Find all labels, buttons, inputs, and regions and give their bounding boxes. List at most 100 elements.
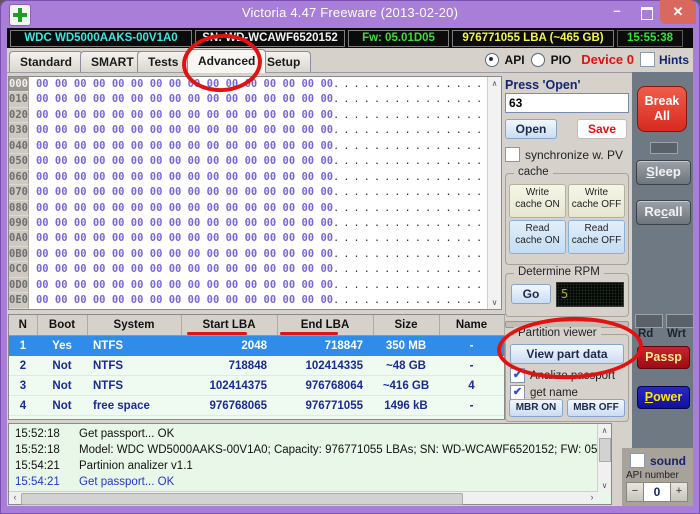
hex-ascii: ................ xyxy=(333,139,488,154)
synchronize-checkbox[interactable] xyxy=(505,147,520,162)
sleep-button[interactable]: Sleep xyxy=(636,160,691,185)
scroll-up-icon[interactable]: ∧ xyxy=(488,77,501,90)
hex-ascii: ................ xyxy=(333,154,488,169)
hex-scrollbar[interactable]: ∧ ∨ xyxy=(487,77,501,309)
drive-capacity: 976771055 LBA (~465 GB) xyxy=(452,30,614,47)
determine-rpm-title: Determine RPM xyxy=(514,266,604,278)
cell-size: ~48 GB xyxy=(373,356,439,376)
scroll-up-icon[interactable]: ∧ xyxy=(598,424,611,437)
log-panel[interactable]: 15:52:18 Get passport... OK 15:52:18 Mod… xyxy=(8,423,612,505)
tab[interactable]: Tests xyxy=(137,51,189,72)
column-header[interactable]: Size xyxy=(373,315,439,336)
sector-input[interactable] xyxy=(505,93,629,113)
hex-bytes: 00 00 00 00 00 00 00 00 00 00 00 00 00 0… xyxy=(29,185,333,200)
column-header[interactable]: Start LBA xyxy=(181,315,277,336)
recall-button[interactable]: Recall xyxy=(636,200,691,225)
hex-bytes: 00 00 00 00 00 00 00 00 00 00 00 00 00 0… xyxy=(29,216,333,231)
read-cache-off-button[interactable]: Readcache OFF xyxy=(568,220,625,254)
cell-n: 2 xyxy=(9,356,37,376)
cache-group: cache Writecache ON Writecache OFF Readc… xyxy=(505,173,629,265)
analize-passport-checkbox[interactable]: ✔ xyxy=(510,368,525,383)
hex-address: 0B0 xyxy=(9,247,29,262)
partition-row[interactable]: 2 Not NTFS 718848 102414335 ~48 GB - xyxy=(9,356,504,376)
log-vscroll-thumb[interactable] xyxy=(599,438,611,462)
cell-n: 4 xyxy=(9,396,37,416)
view-part-data-button[interactable]: View part data xyxy=(510,344,624,364)
cell-system: free space xyxy=(87,396,181,416)
log-line: 15:52:18 Model: WDC WD5000AAKS-00V1A0; C… xyxy=(15,442,598,458)
column-header[interactable]: System xyxy=(87,315,181,336)
title-bar[interactable]: Victoria 4.47 Freeware (2013-02-20) – ✕ xyxy=(0,0,700,28)
minimize-button[interactable]: – xyxy=(604,0,630,24)
column-header[interactable]: Name xyxy=(439,315,504,336)
cell-end-lba: 718847 xyxy=(277,336,373,356)
break-all-button[interactable]: BreakAll xyxy=(637,86,687,132)
get-name-checkbox[interactable]: ✔ xyxy=(510,385,525,400)
log-time: 15:54:21 xyxy=(15,474,67,490)
hex-bytes: 00 00 00 00 00 00 00 00 00 00 00 00 00 0… xyxy=(29,92,333,107)
hex-bytes: 00 00 00 00 00 00 00 00 00 00 00 00 00 0… xyxy=(29,123,333,138)
api-radio[interactable] xyxy=(485,53,499,67)
tab[interactable]: Advanced xyxy=(187,49,266,73)
spinner-minus-button[interactable]: − xyxy=(626,482,644,502)
drive-model: WDC WD5000AAKS-00V1A0 xyxy=(10,30,192,47)
column-header[interactable]: End LBA xyxy=(277,315,373,336)
pio-radio[interactable] xyxy=(531,53,545,67)
clock: 15:55:38 xyxy=(617,30,683,47)
hex-viewer[interactable]: 000 00 00 00 00 00 00 00 00 00 00 00 00 … xyxy=(8,76,502,310)
scroll-down-icon[interactable]: ∨ xyxy=(488,296,501,309)
log-horizontal-scrollbar[interactable]: ‹ › xyxy=(9,491,598,504)
hex-row: 0D0 00 00 00 00 00 00 00 00 00 00 00 00 … xyxy=(9,278,488,293)
go-button[interactable]: Go xyxy=(511,284,551,304)
passport-button[interactable]: Passp xyxy=(637,346,690,369)
spinner-plus-button[interactable]: + xyxy=(670,482,688,502)
sound-checkbox[interactable] xyxy=(630,453,645,468)
scroll-right-icon[interactable]: › xyxy=(586,492,598,504)
close-button[interactable]: ✕ xyxy=(660,0,696,24)
synchronize-label: synchronize w. PV xyxy=(525,148,623,162)
drive-info-bar: WDC WD5000AAKS-00V1A0 SN: WD-WCAWF652015… xyxy=(7,28,693,48)
write-cache-on-button[interactable]: Writecache ON xyxy=(509,184,566,218)
hex-bytes: 00 00 00 00 00 00 00 00 00 00 00 00 00 0… xyxy=(29,77,333,92)
read-led-label: Rd xyxy=(638,328,653,340)
column-header[interactable]: Boot xyxy=(37,315,87,336)
power-button[interactable]: Power xyxy=(637,386,690,409)
log-hscroll-thumb[interactable] xyxy=(21,493,463,505)
hex-ascii: ................ xyxy=(333,185,488,200)
hex-row: 030 00 00 00 00 00 00 00 00 00 00 00 00 … xyxy=(9,123,488,138)
partition-viewer-title: Partition viewer xyxy=(514,327,601,339)
cell-boot: Not xyxy=(37,376,87,396)
mbr-on-button[interactable]: MBR ON xyxy=(509,399,563,417)
save-button[interactable]: Save xyxy=(577,119,627,139)
device-label: Device 0 xyxy=(581,52,634,67)
hex-bytes: 00 00 00 00 00 00 00 00 00 00 00 00 00 0… xyxy=(29,293,333,308)
column-header[interactable]: N xyxy=(9,315,37,336)
log-vertical-scrollbar[interactable]: ∧ ∨ xyxy=(597,424,611,492)
scroll-left-icon[interactable]: ‹ xyxy=(9,492,21,504)
open-button[interactable]: Open xyxy=(505,119,557,139)
partition-row[interactable]: 1 Yes NTFS 2048 718847 350 MB - xyxy=(9,336,504,356)
hex-bytes: 00 00 00 00 00 00 00 00 00 00 00 00 00 0… xyxy=(29,262,333,277)
log-text: Get passport... OK xyxy=(67,474,174,490)
partition-row[interactable]: 4 Not free space 976768065 976771055 149… xyxy=(9,396,504,416)
tab[interactable]: Standard xyxy=(9,51,83,72)
hex-ascii: ................ xyxy=(333,170,488,185)
cell-name: - xyxy=(439,396,504,416)
write-cache-off-button[interactable]: Writecache OFF xyxy=(568,184,625,218)
tab[interactable]: SMART xyxy=(80,51,145,72)
hex-ascii: ................ xyxy=(333,108,488,123)
hex-ascii: ................ xyxy=(333,92,488,107)
hex-bytes: 00 00 00 00 00 00 00 00 00 00 00 00 00 0… xyxy=(29,139,333,154)
cell-boot: Not xyxy=(37,396,87,416)
hints-checkbox[interactable] xyxy=(640,52,655,67)
hex-address: 060 xyxy=(9,170,29,185)
cell-end-lba: 976768064 xyxy=(277,376,373,396)
read-cache-on-button[interactable]: Readcache ON xyxy=(509,220,566,254)
partition-row[interactable]: 3 Not NTFS 102414375 976768064 ~416 GB 4 xyxy=(9,376,504,396)
log-lines: 15:52:18 Get passport... OK 15:52:18 Mod… xyxy=(9,424,598,492)
partition-table[interactable]: NBootSystemStart LBAEnd LBASizeName 1 Ye… xyxy=(8,314,505,420)
maximize-button[interactable] xyxy=(634,0,660,24)
scroll-down-icon[interactable]: ∨ xyxy=(598,479,611,492)
hex-row: 0C0 00 00 00 00 00 00 00 00 00 00 00 00 … xyxy=(9,262,488,277)
mbr-off-button[interactable]: MBR OFF xyxy=(567,399,625,417)
